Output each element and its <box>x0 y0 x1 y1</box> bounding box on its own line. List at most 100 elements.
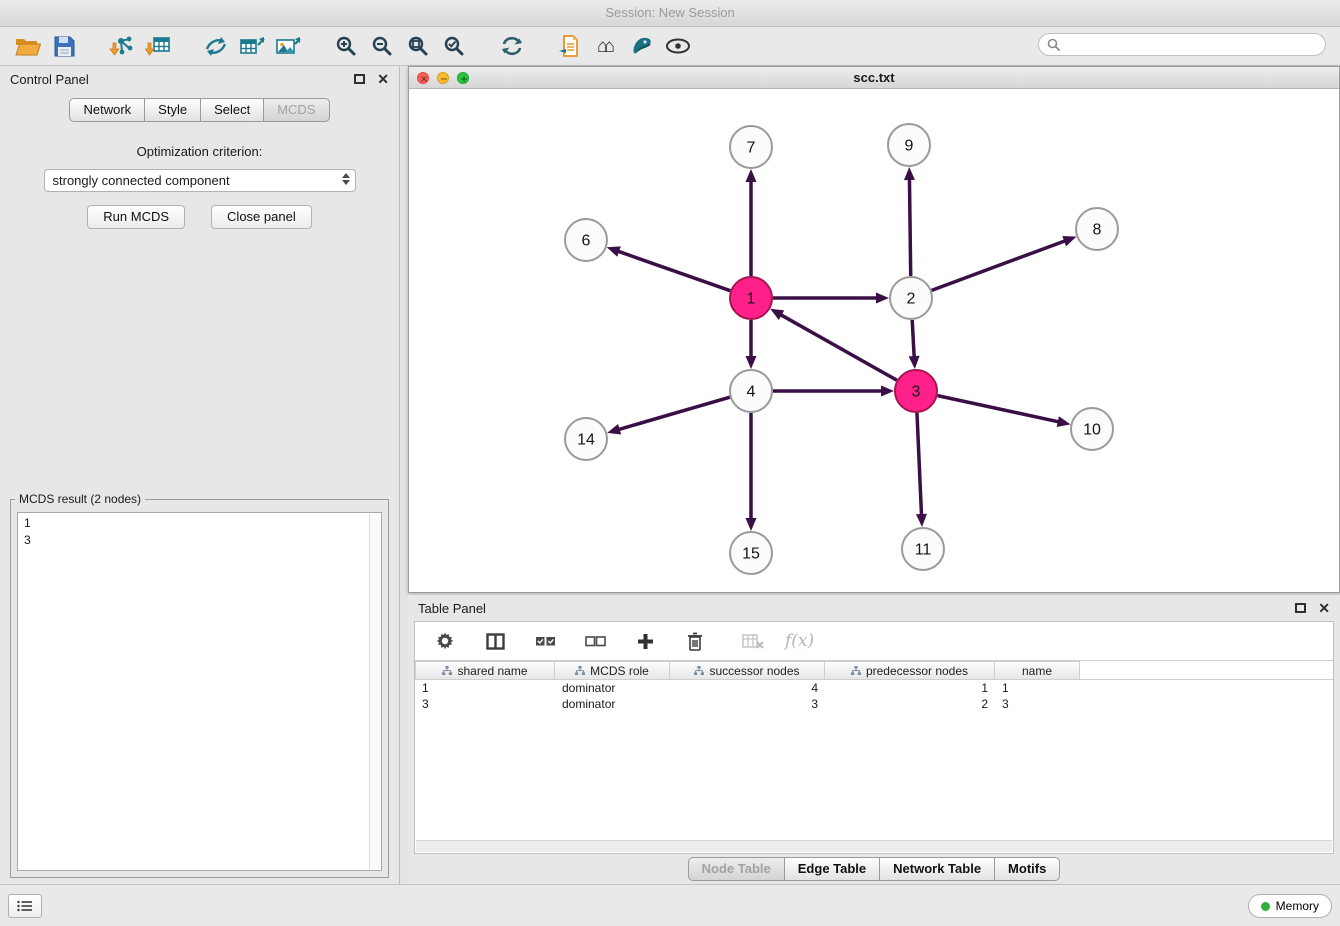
column-label: predecessor nodes <box>866 664 968 678</box>
graph-node-label-8: 8 <box>1093 222 1102 239</box>
table-row[interactable]: 1 dominator 4 1 1 <box>415 680 1333 696</box>
graph-node-label-1: 1 <box>747 291 756 308</box>
import-network-button[interactable] <box>104 30 140 62</box>
network-table-icon <box>239 35 265 57</box>
graph-edge-2-9[interactable] <box>909 178 910 276</box>
network-view-window: scc.txt 7968124314101511 <box>408 66 1340 593</box>
delete-column-button[interactable] <box>677 625 713 657</box>
criterion-dropdown[interactable]: strongly connected component <box>44 169 356 192</box>
graph-edge-arrowhead <box>1057 416 1071 427</box>
close-panel-button[interactable]: Close panel <box>211 205 312 229</box>
add-column-button[interactable] <box>627 625 663 657</box>
column-visibility-button[interactable] <box>477 625 513 657</box>
mcds-result-list[interactable]: 1 3 <box>17 512 382 871</box>
tab-network[interactable]: Network <box>69 98 145 122</box>
cell-name[interactable]: 3 <box>995 696 1080 712</box>
window-zoom-icon[interactable] <box>457 72 469 84</box>
search-field[interactable] <box>1038 33 1326 56</box>
cell-name[interactable]: 1 <box>995 680 1080 696</box>
graph-node-label-10: 10 <box>1083 422 1101 439</box>
mcds-result-line: 1 <box>24 515 375 532</box>
export-image-button[interactable] <box>270 30 306 62</box>
zoom-fit-button[interactable] <box>400 30 436 62</box>
tab-mcds[interactable]: MCDS <box>263 98 329 122</box>
graph-edge-4-14[interactable] <box>618 397 730 430</box>
control-panel: Control Panel ✕ Network Style Select MCD… <box>0 66 400 884</box>
memory-status-icon <box>1261 902 1270 911</box>
float-panel-icon[interactable] <box>354 74 365 84</box>
criterion-dropdown-value: strongly connected component <box>53 173 230 188</box>
column-header-shared-name[interactable]: shared name <box>415 661 555 680</box>
home-overview-button[interactable]: ⌂⌂ <box>588 30 624 62</box>
cell-predecessor-nodes[interactable]: 1 <box>825 680 995 696</box>
network-branch-button[interactable] <box>198 30 234 62</box>
zoom-selected-button[interactable] <box>436 30 472 62</box>
column-header-successor-nodes[interactable]: successor nodes <box>670 661 825 680</box>
graph-edge-3-10[interactable] <box>938 396 1060 422</box>
copy-style-button[interactable] <box>552 30 588 62</box>
cell-shared-name[interactable]: 3 <box>415 696 555 712</box>
select-all-button[interactable] <box>527 625 563 657</box>
table-settings-button[interactable] <box>427 625 463 657</box>
graph-edge-arrowhead <box>746 356 757 369</box>
task-history-button[interactable] <box>8 894 42 918</box>
close-panel-icon[interactable]: ✕ <box>377 72 389 86</box>
import-table-button[interactable] <box>140 30 176 62</box>
trash-icon <box>687 632 703 651</box>
houses-icon: ⌂⌂ <box>597 37 615 56</box>
zoom-in-button[interactable] <box>328 30 364 62</box>
tab-network-table[interactable]: Network Table <box>879 857 995 881</box>
table-row[interactable]: 3 dominator 3 2 3 <box>415 696 1333 712</box>
show-hide-button[interactable] <box>660 30 696 62</box>
run-mcds-button[interactable]: Run MCDS <box>87 205 185 229</box>
column-header-mcds-role[interactable]: MCDS role <box>555 661 670 680</box>
tab-node-table[interactable]: Node Table <box>688 857 785 881</box>
column-header-filler <box>1080 661 1333 680</box>
result-scrollbar[interactable] <box>369 514 380 869</box>
column-header-predecessor-nodes[interactable]: predecessor nodes <box>825 661 995 680</box>
tab-select[interactable]: Select <box>200 98 264 122</box>
graph-edge-arrowhead <box>909 356 920 369</box>
graph-edge-2-8[interactable] <box>932 240 1066 290</box>
select-all-icon <box>535 635 556 648</box>
memory-button[interactable]: Memory <box>1248 894 1332 918</box>
graph-edge-3-11[interactable] <box>917 413 922 516</box>
graph-edge-3-1[interactable] <box>780 314 897 380</box>
cell-successor-nodes[interactable]: 4 <box>670 680 825 696</box>
function-builder-icon: f(x) <box>785 631 814 651</box>
horizontal-scrollbar[interactable] <box>416 840 1332 852</box>
cell-successor-nodes[interactable]: 3 <box>670 696 825 712</box>
cell-mcds-role[interactable]: dominator <box>555 696 670 712</box>
apply-style-button[interactable] <box>624 30 660 62</box>
float-table-panel-icon[interactable] <box>1295 603 1306 613</box>
refresh-button[interactable] <box>494 30 530 62</box>
tab-style[interactable]: Style <box>144 98 201 122</box>
deselect-all-button[interactable] <box>577 625 613 657</box>
tab-motifs[interactable]: Motifs <box>994 857 1060 881</box>
main-toolbar: ⌂⌂ <box>0 27 1340 66</box>
column-label: successor nodes <box>709 664 799 678</box>
open-session-button[interactable] <box>10 30 46 62</box>
window-title: Session: New Session <box>0 0 1340 27</box>
network-table-button[interactable] <box>234 30 270 62</box>
graph-edge-arrowhead <box>1062 236 1076 246</box>
search-input[interactable] <box>1065 37 1317 52</box>
tab-edge-table[interactable]: Edge Table <box>784 857 880 881</box>
window-close-icon[interactable] <box>417 72 429 84</box>
graph-edge-1-6[interactable] <box>617 251 730 291</box>
graph-edge-2-3[interactable] <box>912 320 914 358</box>
close-table-panel-icon[interactable]: ✕ <box>1318 601 1330 615</box>
eye-icon <box>665 37 691 55</box>
network-canvas[interactable]: 7968124314101511 <box>409 89 1339 592</box>
window-minimize-icon[interactable] <box>437 72 449 84</box>
cell-mcds-role[interactable]: dominator <box>555 680 670 696</box>
cell-shared-name[interactable]: 1 <box>415 680 555 696</box>
folder-open-icon <box>15 36 41 57</box>
zoom-out-button[interactable] <box>364 30 400 62</box>
cell-predecessor-nodes[interactable]: 2 <box>825 696 995 712</box>
save-session-button[interactable] <box>46 30 82 62</box>
control-panel-tabs: Network Style Select MCDS <box>0 98 399 122</box>
column-header-name[interactable]: name <box>995 661 1080 680</box>
gear-icon <box>435 631 455 651</box>
hierarchy-icon <box>575 666 585 676</box>
